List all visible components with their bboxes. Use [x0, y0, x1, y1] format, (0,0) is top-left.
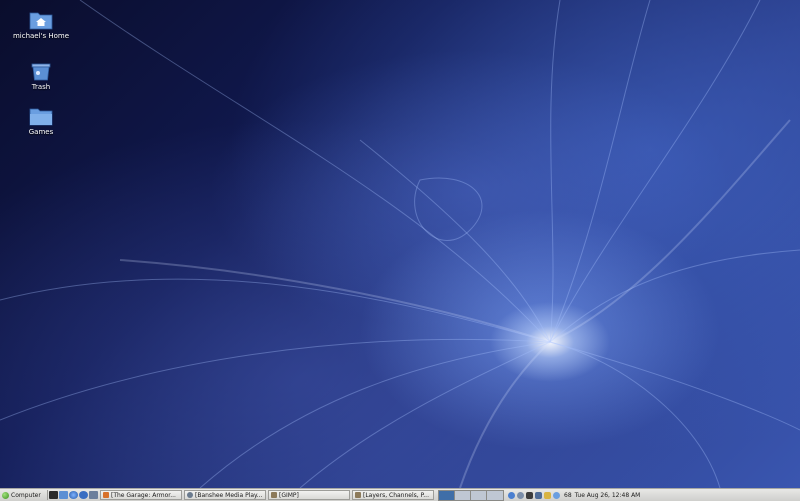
computer-menu-label: Computer	[11, 491, 41, 499]
computer-menu-button[interactable]: Computer	[0, 490, 48, 500]
gimp-icon	[271, 492, 277, 498]
trash-icon	[31, 63, 51, 81]
update-icon[interactable]	[517, 491, 524, 499]
wallpaper-swirls	[0, 0, 800, 488]
task-button-banshee[interactable]: [Banshee Media Play...	[184, 490, 266, 500]
task-button-firefox[interactable]: [The Garage: Armor...	[100, 490, 182, 500]
task-label: [Layers, Channels, P...	[363, 491, 429, 499]
chat-icon[interactable]	[544, 491, 551, 499]
folder-icon	[29, 108, 53, 126]
desktop-icon-home[interactable]: michael's Home	[6, 10, 76, 41]
task-button-layers[interactable]: [Layers, Channels, P...	[352, 490, 434, 500]
workspace-1[interactable]	[439, 490, 455, 500]
task-label: [The Garage: Armor...	[111, 491, 176, 499]
network-icon[interactable]	[508, 491, 515, 499]
browser-icon[interactable]	[69, 491, 78, 499]
desktop-icon-label: Games	[28, 128, 54, 136]
battery-icon[interactable]	[526, 491, 533, 499]
computer-menu-icon	[2, 491, 9, 499]
task-label: [GIMP]	[279, 491, 299, 499]
workspace-4[interactable]	[487, 490, 503, 500]
desktop-wallpaper	[0, 0, 800, 488]
workspace-2[interactable]	[455, 490, 471, 500]
home-folder-icon	[29, 12, 53, 30]
task-button-gimp[interactable]: [GIMP]	[268, 490, 350, 500]
banshee-icon	[187, 492, 193, 498]
clock-icon[interactable]	[553, 491, 560, 499]
clock[interactable]: Tue Aug 26, 12:48 AM	[575, 492, 641, 499]
display-icon[interactable]	[535, 491, 542, 499]
folder-icon[interactable]	[59, 491, 68, 499]
desktop-icon-trash[interactable]: Trash	[6, 61, 76, 92]
gimp-icon	[355, 492, 361, 498]
volume-level[interactable]: 68	[564, 492, 572, 499]
terminal-icon[interactable]	[49, 491, 58, 499]
desktop-icon-games[interactable]: Games	[6, 106, 76, 137]
notification-area: 68	[508, 491, 572, 499]
search-icon[interactable]	[79, 491, 88, 499]
task-label: [Banshee Media Play...	[195, 491, 263, 499]
workspace-3[interactable]	[471, 490, 487, 500]
desktop-icon-label: michael's Home	[12, 32, 70, 40]
desktop-icon-label: Trash	[31, 83, 51, 91]
firefox-icon	[103, 492, 109, 498]
workspace-switcher	[438, 489, 504, 501]
help-icon[interactable]	[89, 491, 98, 499]
bottom-panel: Computer [The Garage: Armor... [Banshee …	[0, 488, 800, 501]
